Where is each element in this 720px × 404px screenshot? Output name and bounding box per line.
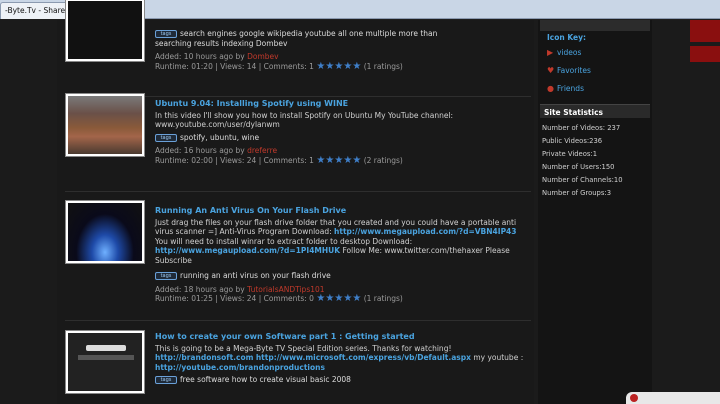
site-statistics-title: Site Statistics (540, 104, 650, 118)
banner-block (690, 20, 720, 42)
rating-stars[interactable]: ★★★★★ (316, 154, 362, 166)
key-item-label: Favorites (557, 66, 591, 75)
key-item-label: Friends (557, 84, 584, 93)
stat-channels: Number of Channels:10 (542, 176, 623, 184)
tags-text[interactable]: running an anti virus on your flash driv… (180, 271, 331, 280)
runtime-text: Runtime: 01:25 | Views: 24 | Comments: 0 (155, 294, 314, 303)
divider (65, 191, 531, 192)
stat-public-videos: Public Videos:236 (542, 137, 603, 145)
runtime-line: Runtime: 01:20 | Views: 14 | Comments: 1… (155, 60, 530, 72)
stat-users: Number of Users:150 (542, 163, 615, 171)
tags-icon: tags (155, 376, 177, 384)
video-description: Just drag the files on your flash drive … (155, 218, 530, 266)
rating-stars[interactable]: ★★★★★ (316, 60, 362, 72)
added-text: Added: 16 hours ago by (155, 146, 245, 155)
video-title[interactable]: Ubuntu 9.04: Installing Spotify using WI… (155, 99, 530, 109)
description-text-2: my youtube : (473, 353, 524, 362)
website-link[interactable]: http://brandonsoft.com (155, 353, 253, 362)
runtime-line: Runtime: 02:00 | Views: 24 | Comments: 1… (155, 154, 530, 166)
download-link[interactable]: http://www.megaupload.com/?d=VBN4IP43 (334, 227, 516, 236)
added-text: Added: 10 hours ago by (155, 52, 245, 61)
star-icon: ★ (325, 60, 335, 72)
star-icon: ★ (316, 293, 326, 305)
star-icon: ★ (352, 60, 362, 72)
video-tags: tags free software how to create visual b… (155, 375, 530, 385)
video-description: This is going to be a Mega-Byte TV Speci… (155, 344, 530, 373)
star-icon: ★ (343, 293, 353, 305)
microsoft-link[interactable]: http://www.microsoft.com/express/vb/Defa… (256, 353, 471, 362)
video-thumbnail[interactable] (65, 93, 145, 157)
video-title[interactable]: How to create your own Software part 1 :… (155, 332, 530, 342)
star-icon: ★ (334, 293, 344, 305)
star-icon: ★ (316, 60, 326, 72)
logo-dot-icon (630, 394, 638, 402)
divider (65, 320, 531, 321)
right-margin (652, 20, 720, 404)
star-icon: ★ (334, 154, 344, 166)
video-thumbnail[interactable] (65, 200, 145, 264)
runtime-line: Runtime: 01:25 | Views: 24 | Comments: 0… (155, 294, 530, 304)
tags-text[interactable]: search engines google wikipedia youtube … (180, 29, 437, 38)
stat-videos: Number of Videos: 237 (542, 124, 621, 132)
star-icon: ★ (334, 60, 344, 72)
video-title[interactable]: Running An Anti Virus On Your Flash Driv… (155, 206, 530, 216)
uploader-link[interactable]: Dombev (247, 52, 278, 61)
uploader-link[interactable]: TutorialsANDTips101 (247, 285, 324, 294)
download-link-2[interactable]: http://www.megaupload.com/?d=1PI4MHUK (155, 246, 340, 255)
star-icon: ★ (343, 60, 353, 72)
video-thumbnail[interactable] (65, 0, 145, 62)
star-icon: ★ (325, 293, 335, 305)
key-item-videos: ▶ videos (547, 48, 581, 57)
star-icon: ★ (316, 154, 326, 166)
video-tags: tags search engines google wikipedia yout… (155, 29, 530, 39)
tags-text-2[interactable]: searching results indexing Dombev (155, 39, 530, 49)
video-list: tags search engines google wikipedia yout… (57, 0, 534, 404)
banner-block-2 (690, 46, 720, 62)
rating-stars[interactable]: ★★★★★ (316, 294, 361, 304)
rating-count: (1 ratings) (363, 294, 403, 303)
video-tags: tags running an anti virus on your flash … (155, 271, 530, 281)
rating-count: (1 ratings) (363, 61, 403, 71)
page: tags search engines google wikipedia yout… (0, 0, 720, 404)
video-icon: ▶ (547, 48, 554, 57)
sidebar-top-bar (540, 20, 650, 31)
star-icon: ★ (352, 154, 362, 166)
youtube-link[interactable]: http://youtube.com/brandonproductions (155, 363, 325, 372)
sidebar: Icon Key: ▶ videos ♥ Favorites ● Friends Si… (538, 20, 652, 404)
tags-text[interactable]: free software how to create visual basic… (180, 375, 351, 384)
watermark-logo (626, 392, 720, 404)
star-icon: ★ (343, 154, 353, 166)
tags-icon: tags (155, 272, 177, 280)
stat-private-videos: Private Videos:1 (542, 150, 598, 158)
tags-text[interactable]: spotify, ubuntu, wine (180, 133, 259, 142)
tags-icon: tags (155, 30, 177, 38)
rating-count: (2 ratings) (363, 155, 403, 165)
description-text: This is going to be a Mega-Byte TV Speci… (155, 343, 452, 353)
star-icon: ★ (352, 293, 362, 305)
video-tags: tags spotify, ubuntu, wine (155, 133, 530, 143)
uploader-link[interactable]: dreferre (247, 146, 277, 155)
video-thumbnail[interactable] (65, 330, 145, 394)
icon-key-title: Icon Key: (547, 33, 586, 42)
added-text: Added: 18 hours ago by (155, 284, 245, 294)
description-text-2: You will need to install winrar to extra… (155, 236, 413, 246)
runtime-text: Runtime: 02:00 | Views: 24 | Comments: 1 (155, 155, 314, 165)
runtime-text: Runtime: 01:20 | Views: 14 | Comments: 1 (155, 61, 314, 71)
star-icon: ★ (325, 154, 335, 166)
key-item-favorites: ♥ Favorites (547, 66, 591, 75)
video-description: In this video I'll show you how to insta… (155, 110, 454, 130)
key-item-friends: ● Friends (547, 84, 584, 93)
friends-icon: ● (547, 84, 554, 93)
tags-icon: tags (155, 133, 177, 142)
key-item-label: videos (557, 48, 582, 57)
heart-icon: ♥ (547, 66, 555, 75)
stat-groups: Number of Groups:3 (542, 189, 612, 197)
